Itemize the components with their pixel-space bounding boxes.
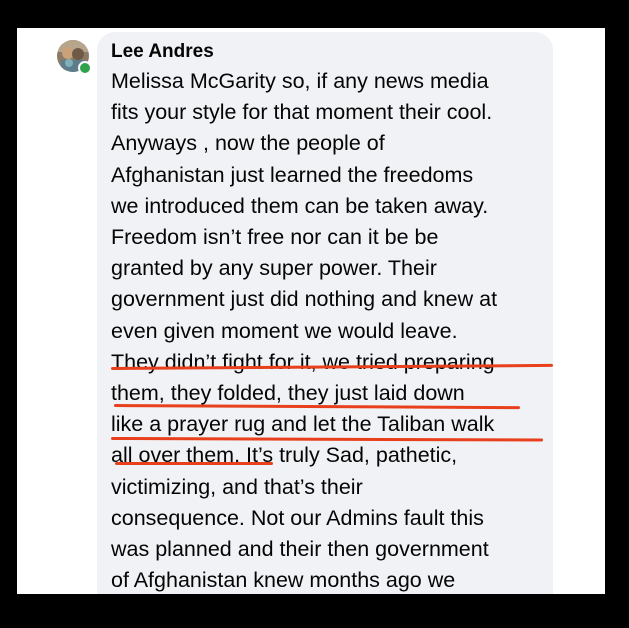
- comment-line: They didn’t fight for it, we tried prepa…: [111, 349, 495, 374]
- comment-text: Melissa McGarity so, if any news media fi…: [111, 66, 551, 594]
- comment-line: like a prayer rug and let the Taliban wa…: [111, 412, 495, 437]
- comment-line: even given moment we would leave.: [111, 318, 458, 343]
- avatar[interactable]: [57, 40, 92, 75]
- comment-line: Anyways , now the people of: [111, 131, 385, 156]
- highlight-underline: [115, 462, 273, 465]
- comment-line: granted by any super power. Their: [111, 256, 437, 281]
- comment-line: Afghanistan just learned the freedoms: [111, 162, 474, 187]
- comment-line: we introduced them can be taken away.: [111, 193, 489, 218]
- comment-line: Melissa McGarity so, if any news media: [111, 69, 489, 93]
- comment-line: was planned and their then government: [111, 537, 489, 562]
- screenshot-frame: Lee Andres Melissa McGarity so, if any n…: [17, 28, 605, 594]
- online-status-icon: [78, 61, 92, 75]
- comment-line: victimizing, and that’s their: [111, 474, 363, 499]
- comment-line: Freedom isn’t free nor can it be be: [111, 225, 439, 250]
- comment-line: consequence. Not our Admins fault this: [111, 505, 484, 530]
- comment-author-name[interactable]: Lee Andres: [111, 41, 214, 63]
- comment-line: fits your style for that moment their co…: [111, 100, 493, 125]
- comment-line: government just did nothing and knew at: [111, 287, 498, 312]
- comment-line: of Afghanistan knew months ago we: [111, 568, 456, 593]
- comment-line: all over them. It’s truly Sad, pathetic,: [111, 443, 458, 468]
